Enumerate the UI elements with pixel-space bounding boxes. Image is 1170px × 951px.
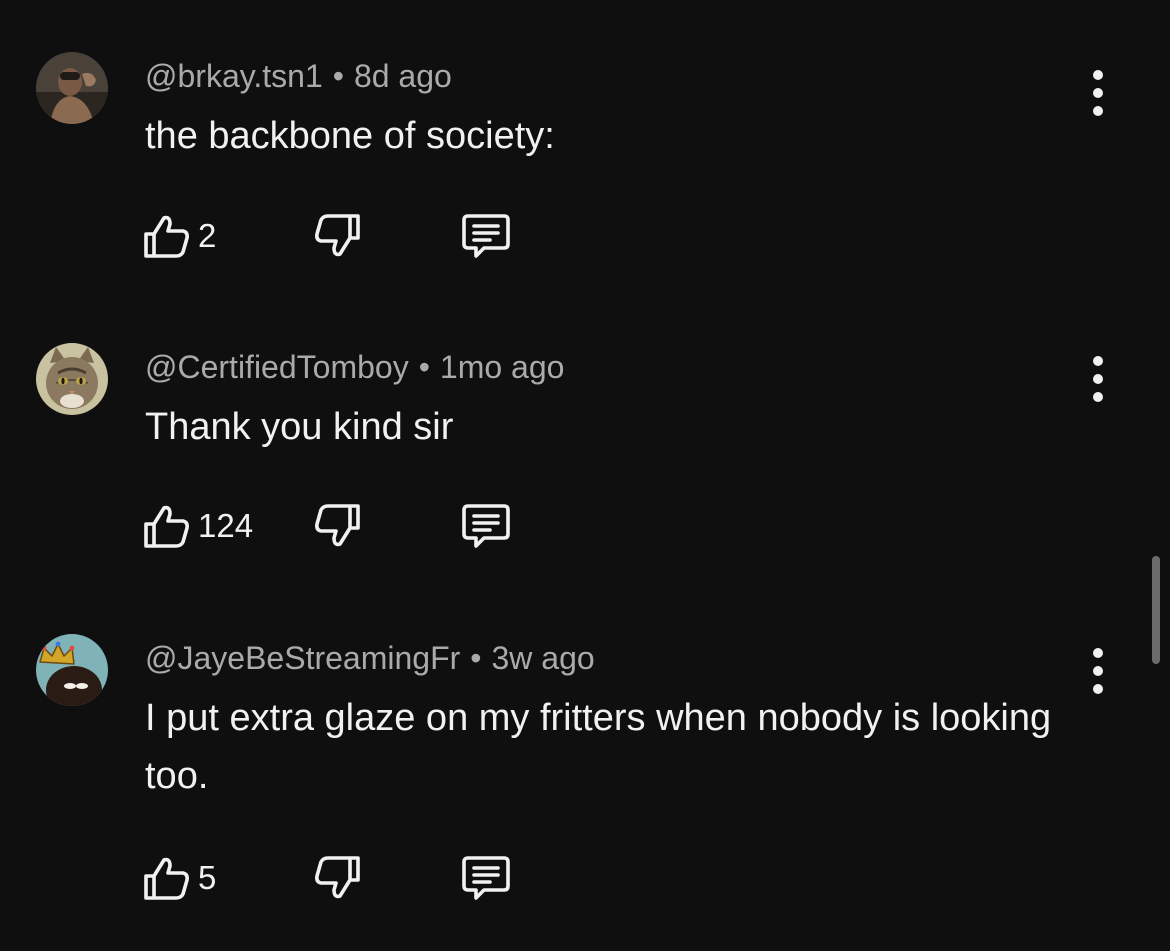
thumbs-down-icon — [315, 856, 360, 899]
dislike-button[interactable] — [312, 208, 364, 264]
comment-text: the backbone of society: — [145, 115, 555, 157]
more-options-button[interactable] — [1084, 648, 1112, 694]
avatar[interactable] — [36, 634, 108, 706]
thumbs-down-icon — [315, 504, 360, 547]
cat-photo-avatar-icon — [36, 343, 108, 415]
thumbs-up-icon — [144, 505, 189, 548]
reply-comment-icon — [462, 856, 510, 900]
reply-comment-icon — [462, 214, 510, 258]
comment-meta: @brkay.tsn1 • 8d ago — [145, 56, 452, 96]
comment-actions: 5 — [140, 850, 540, 906]
more-options-button[interactable] — [1084, 356, 1112, 402]
meta-separator: • — [332, 58, 344, 94]
like-count: 2 — [198, 217, 217, 254]
avatar[interactable] — [36, 343, 108, 415]
reply-comment-icon — [462, 504, 510, 548]
comment-author[interactable]: @CertifiedTomboy — [145, 349, 409, 385]
comment-author[interactable]: @JayeBeStreamingFr — [145, 640, 460, 676]
comment-timestamp: 1mo ago — [439, 349, 565, 385]
like-count: 5 — [198, 859, 217, 896]
thumbs-up-icon — [144, 215, 189, 258]
like-button[interactable]: 124 — [140, 498, 253, 554]
comment-meta: @JayeBeStreamingFr • 3w ago — [145, 638, 595, 678]
dislike-button[interactable] — [312, 850, 364, 906]
comment-text: I put extra glaze on my fritters when no… — [145, 697, 1052, 797]
reply-button[interactable] — [458, 498, 514, 554]
more-vert-icon — [1093, 648, 1103, 658]
crowned-face-avatar-icon — [36, 634, 108, 706]
reply-button[interactable] — [458, 208, 514, 264]
reply-button[interactable] — [458, 850, 514, 906]
thumbs-down-icon — [315, 214, 360, 257]
comment-actions: 124 — [140, 498, 540, 554]
scrollbar-thumb[interactable] — [1152, 556, 1160, 664]
comment-text: Thank you kind sir — [145, 406, 454, 448]
comment-meta: @CertifiedTomboy • 1mo ago — [145, 347, 564, 387]
avatar[interactable] — [36, 52, 108, 124]
meta-separator: • — [470, 640, 482, 676]
more-options-button[interactable] — [1084, 70, 1112, 116]
comment-actions: 2 — [140, 208, 540, 264]
more-vert-icon — [1093, 356, 1103, 366]
more-vert-icon — [1093, 70, 1103, 80]
meta-separator: • — [418, 349, 430, 385]
comment-timestamp: 8d ago — [353, 58, 452, 94]
person-photo-avatar-icon — [36, 52, 108, 124]
dislike-button[interactable] — [312, 498, 364, 554]
like-count: 124 — [198, 507, 254, 544]
comment-author[interactable]: @brkay.tsn1 — [145, 58, 323, 94]
like-button[interactable]: 5 — [140, 850, 216, 906]
like-button[interactable]: 2 — [140, 208, 216, 264]
thumbs-up-icon — [144, 857, 189, 900]
comment-timestamp: 3w ago — [491, 640, 595, 676]
